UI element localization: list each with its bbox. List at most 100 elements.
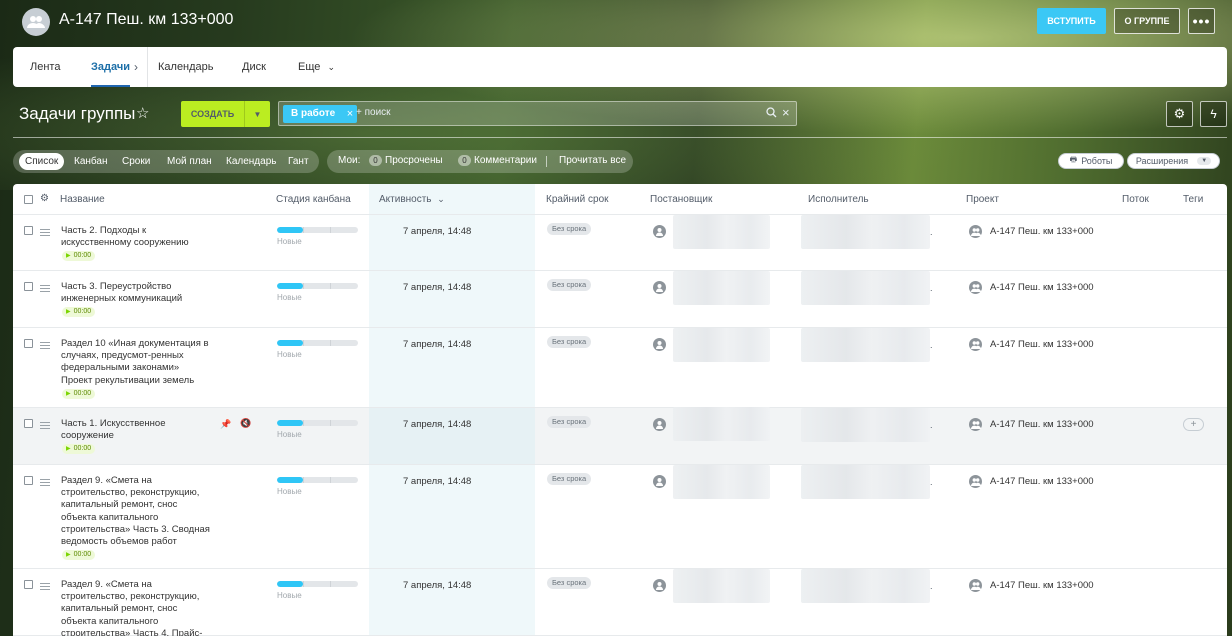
task-timer[interactable]: ▶ 00:00 bbox=[62, 251, 95, 262]
table-row[interactable]: Часть 3. Переустройство инженерных комму… bbox=[13, 271, 1227, 328]
nav-more[interactable]: Еще ⌄ bbox=[298, 47, 335, 87]
deadline-badge[interactable]: Без срока bbox=[547, 336, 592, 348]
create-button[interactable]: СОЗДАТЬ ▼ bbox=[181, 101, 270, 127]
column-deadline[interactable]: Крайний срок bbox=[546, 194, 609, 205]
nav-calendar[interactable]: Календарь bbox=[158, 47, 214, 87]
counter-overdue[interactable]: 0 Просрочены bbox=[369, 155, 443, 166]
nav-feed[interactable]: Лента bbox=[30, 47, 60, 87]
user-avatar-icon[interactable] bbox=[653, 225, 666, 238]
column-flow[interactable]: Поток bbox=[1122, 194, 1149, 205]
kanban-stage-bar[interactable] bbox=[277, 227, 358, 233]
caret-down-icon[interactable]: ▼ bbox=[244, 101, 270, 127]
add-tag-button[interactable]: + bbox=[1183, 418, 1204, 431]
project-link[interactable]: А-147 Пеш. км 133+000 bbox=[990, 476, 1094, 487]
kanban-stage-bar[interactable] bbox=[277, 283, 358, 289]
deadline-badge[interactable]: Без срока bbox=[547, 416, 592, 428]
task-title[interactable]: Раздел 9. «Смета на строительство, рекон… bbox=[61, 475, 211, 548]
top-bar: А-147 Пеш. км 133+000 ВСТУПИТЬ О ГРУППЕ … bbox=[0, 0, 1232, 44]
tab-calendar[interactable]: Календарь bbox=[220, 153, 282, 170]
deadline-badge[interactable]: Без срока bbox=[547, 223, 592, 235]
column-project[interactable]: Проект bbox=[966, 194, 999, 205]
user-avatar-icon[interactable] bbox=[653, 475, 666, 488]
filter-search-bar[interactable]: В работе × + поиск × bbox=[278, 101, 797, 126]
kanban-stage-bar[interactable] bbox=[277, 420, 358, 426]
project-link[interactable]: А-147 Пеш. км 133+000 bbox=[990, 419, 1094, 430]
project-link[interactable]: А-147 Пеш. км 133+000 bbox=[990, 580, 1094, 591]
task-timer[interactable]: ▶ 00:00 bbox=[62, 444, 95, 455]
drag-handle-icon[interactable] bbox=[40, 479, 50, 486]
row-checkbox[interactable] bbox=[24, 580, 33, 589]
row-checkbox[interactable] bbox=[24, 339, 33, 348]
task-title[interactable]: Раздел 10 «Иная документация в случаях, … bbox=[61, 338, 211, 387]
filter-chip[interactable]: В работе × bbox=[283, 105, 358, 123]
column-tags[interactable]: Теги bbox=[1183, 194, 1203, 205]
join-button[interactable]: ВСТУПИТЬ bbox=[1037, 8, 1106, 34]
nav-disk[interactable]: Диск bbox=[242, 47, 266, 87]
project-link[interactable]: А-147 Пеш. км 133+000 bbox=[990, 226, 1094, 237]
task-title[interactable]: Часть 2. Подходы к искусственному сооруж… bbox=[61, 225, 211, 249]
nav-tasks[interactable]: Задачи bbox=[91, 47, 130, 87]
search-input[interactable]: + поиск bbox=[356, 107, 391, 118]
kanban-stage-bar[interactable] bbox=[277, 340, 358, 346]
user-avatar-icon[interactable] bbox=[653, 418, 666, 431]
table-row[interactable]: Раздел 9. «Смета на строительство, рекон… bbox=[13, 569, 1227, 636]
search-icon[interactable] bbox=[766, 107, 777, 121]
deadline-badge[interactable]: Без срока bbox=[547, 279, 592, 291]
kanban-stage-bar[interactable] bbox=[277, 581, 358, 587]
group-avatar-icon[interactable] bbox=[22, 8, 50, 36]
task-timer[interactable]: ▶ 00:00 bbox=[62, 307, 95, 318]
counter-comments[interactable]: 0 Комментарии bbox=[458, 155, 537, 166]
drag-handle-icon[interactable] bbox=[40, 422, 50, 429]
drag-handle-icon[interactable] bbox=[40, 229, 50, 236]
tab-gantt[interactable]: Гант bbox=[282, 153, 315, 170]
table-row[interactable]: Раздел 9. «Смета на строительство, рекон… bbox=[13, 465, 1227, 569]
kanban-stage-label: Новые bbox=[277, 487, 302, 496]
kanban-stage-bar[interactable] bbox=[277, 477, 358, 483]
row-checkbox[interactable] bbox=[24, 476, 33, 485]
pin-icon[interactable]: 📌 bbox=[220, 419, 231, 430]
drag-handle-icon[interactable] bbox=[40, 342, 50, 349]
column-responsible[interactable]: Исполнитель bbox=[808, 194, 869, 205]
tab-deadlines[interactable]: Сроки bbox=[116, 153, 156, 170]
row-checkbox[interactable] bbox=[24, 226, 33, 235]
task-title[interactable]: Часть 1. Искусственное сооружение bbox=[61, 418, 211, 442]
user-avatar-icon[interactable] bbox=[653, 338, 666, 351]
deadline-badge[interactable]: Без срока bbox=[547, 473, 592, 485]
lightning-icon[interactable]: ϟ bbox=[1200, 101, 1227, 127]
tab-list[interactable]: Список bbox=[19, 153, 65, 170]
deadline-badge[interactable]: Без срока bbox=[547, 577, 592, 589]
robots-button[interactable]: 🖶 Роботы bbox=[1058, 153, 1124, 169]
tab-my-plan[interactable]: Мой план bbox=[161, 153, 218, 170]
table-row[interactable]: Раздел 10 «Иная документация в случаях, … bbox=[13, 328, 1227, 408]
task-timer[interactable]: ▶ 00:00 bbox=[62, 550, 95, 561]
tab-kanban[interactable]: Канбан bbox=[68, 153, 114, 170]
column-creator[interactable]: Постановщик bbox=[650, 194, 712, 205]
row-checkbox[interactable] bbox=[24, 282, 33, 291]
more-menu-button[interactable]: ••• bbox=[1188, 8, 1215, 34]
extensions-button[interactable]: Расширения ▼ bbox=[1127, 153, 1220, 169]
user-avatar-icon[interactable] bbox=[653, 281, 666, 294]
task-title[interactable]: Часть 3. Переустройство инженерных комму… bbox=[61, 281, 211, 305]
gear-icon[interactable]: ⚙ bbox=[1166, 101, 1193, 127]
project-link[interactable]: А-147 Пеш. км 133+000 bbox=[990, 282, 1094, 293]
close-icon[interactable]: × bbox=[347, 105, 353, 123]
gear-icon[interactable]: ⚙ bbox=[40, 193, 49, 204]
user-avatar-icon[interactable] bbox=[653, 579, 666, 592]
mute-icon[interactable]: 🔇 bbox=[240, 418, 251, 429]
task-timer[interactable]: ▶ 00:00 bbox=[62, 388, 95, 399]
drag-handle-icon[interactable] bbox=[40, 285, 50, 292]
column-name[interactable]: Название bbox=[60, 194, 105, 205]
project-link[interactable]: А-147 Пеш. км 133+000 bbox=[990, 339, 1094, 350]
column-kanban-stage[interactable]: Стадия канбана bbox=[276, 194, 351, 205]
clear-icon[interactable]: × bbox=[782, 105, 790, 120]
read-all-button[interactable]: Прочитать все bbox=[559, 155, 626, 166]
select-all-checkbox[interactable] bbox=[24, 195, 33, 204]
table-row[interactable]: Часть 2. Подходы к искусственному сооруж… bbox=[13, 215, 1227, 271]
about-group-button[interactable]: О ГРУППЕ bbox=[1114, 8, 1180, 34]
drag-handle-icon[interactable] bbox=[40, 583, 50, 590]
column-activity[interactable]: Активность ⌄ bbox=[379, 194, 445, 205]
row-checkbox[interactable] bbox=[24, 419, 33, 428]
star-icon[interactable]: ☆ bbox=[136, 104, 149, 122]
task-title[interactable]: Раздел 9. «Смета на строительство, рекон… bbox=[61, 579, 211, 636]
table-row[interactable]: Часть 1. Искусственное сооружение ▶ 00:00 📌… bbox=[13, 407, 1227, 465]
